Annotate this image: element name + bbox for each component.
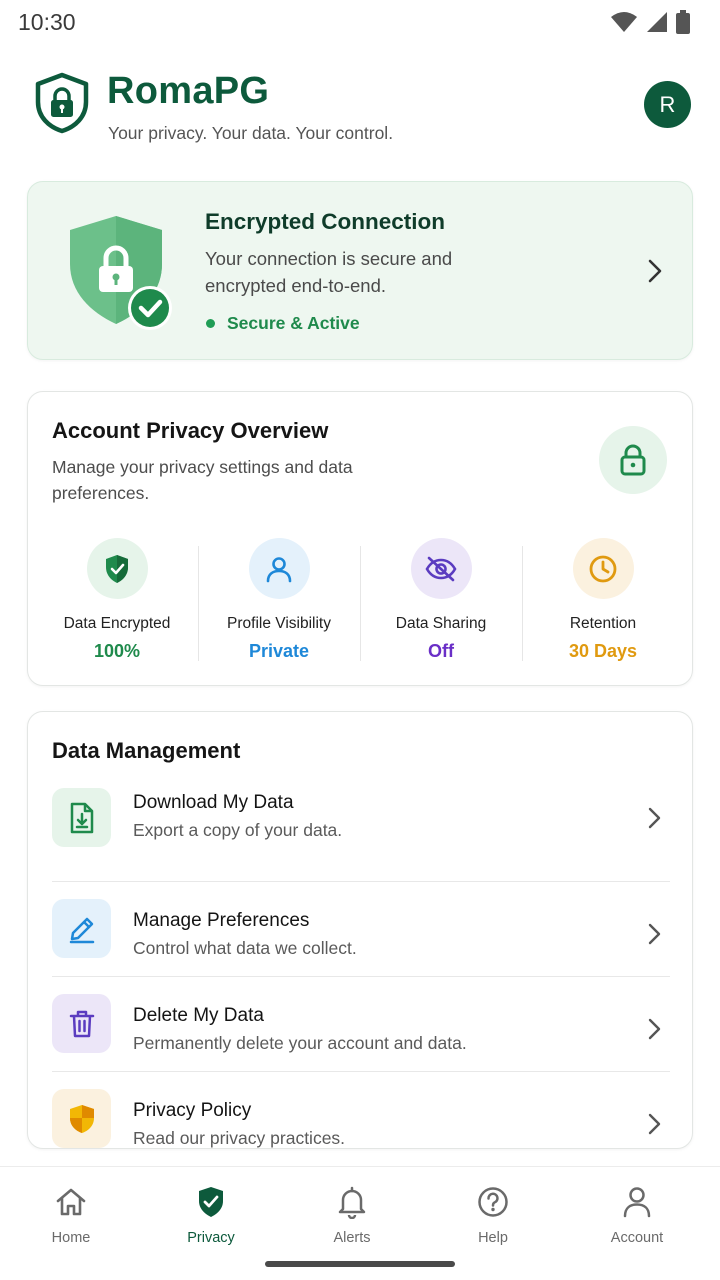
help-icon [478, 1187, 508, 1217]
home-indicator[interactable] [265, 1261, 455, 1267]
stat-profile-visibility[interactable]: Profile Visibility Private [198, 536, 360, 661]
privacy-stats: Data Encrypted 100% Profile Visibility P… [36, 536, 684, 661]
shield-icon [199, 1187, 223, 1217]
list-item-label: Privacy Policy [133, 1100, 252, 1121]
stat-value: Private [248, 641, 310, 661]
nav-label: Account [610, 1230, 664, 1246]
avatar[interactable]: R [644, 81, 691, 128]
chevron-right-icon [648, 807, 661, 829]
app-header: RomaPG Your privacy. Your data. Your con… [0, 60, 720, 160]
list-item-label: Delete My Data [133, 1005, 264, 1026]
pencil-icon [69, 917, 94, 943]
list-item-privacy-policy[interactable]: Privacy Policy Read our privacy practice… [52, 1071, 670, 1166]
connection-description: Your connection is secure and encrypted … [205, 248, 453, 296]
list-item-subtitle: Permanently delete your account and data… [133, 1033, 467, 1053]
status-icons [610, 10, 690, 34]
nav-label: Help [478, 1230, 508, 1246]
data-management-card: Data Management Download My Data Export … [27, 711, 693, 1149]
stat-value: Off [428, 641, 454, 661]
stat-retention[interactable]: Retention 30 Days [522, 536, 684, 661]
list-item-icon-badge [52, 788, 111, 847]
list-item-download-data[interactable]: Download My Data Export a copy of your d… [52, 786, 670, 881]
nav-label: Home [51, 1230, 91, 1246]
list-item-subtitle: Export a copy of your data. [133, 820, 343, 840]
chevron-right-icon [648, 1018, 661, 1040]
battery-icon [676, 10, 690, 34]
app-tagline: Your privacy. Your data. Your control. [108, 123, 394, 143]
nav-item-account[interactable]: Account [587, 1185, 687, 1246]
person-icon [623, 1187, 651, 1218]
trash-icon [69, 1010, 94, 1037]
shield-check-icon [106, 554, 128, 583]
shield-lock-check-icon [70, 216, 172, 330]
chevron-right-icon [648, 1113, 661, 1135]
app-logo-shield-icon [35, 72, 89, 134]
lock-icon [620, 444, 646, 476]
list-item-icon-badge [52, 994, 111, 1053]
home-icon [56, 1188, 86, 1216]
nav-item-home[interactable]: Home [21, 1185, 121, 1246]
nav-label: Alerts [333, 1230, 371, 1246]
overview-title: Account Privacy Overview [52, 418, 329, 443]
overview-description: Manage your privacy settings and data pr… [52, 457, 353, 503]
overview-lock-badge [599, 426, 667, 494]
stat-label: Data Encrypted [63, 615, 171, 632]
stat-label: Data Sharing [395, 615, 487, 632]
list-item-subtitle: Control what data we collect. [133, 938, 357, 958]
data-management-title: Data Management [52, 738, 241, 763]
stat-label: Profile Visibility [227, 615, 331, 632]
stat-data-encrypted[interactable]: Data Encrypted 100% [36, 536, 198, 661]
app-title: RomaPG [107, 70, 270, 112]
stat-icon-badge [86, 538, 148, 599]
stat-value: 30 Days [568, 641, 638, 661]
list-item-manage-preferences[interactable]: Manage Preferences Control what data we … [52, 881, 670, 976]
nav-item-privacy[interactable]: Privacy [161, 1185, 261, 1246]
status-time: 10:30 [18, 9, 76, 35]
stat-icon-badge [572, 538, 634, 599]
clock-icon [589, 555, 617, 582]
encrypted-connection-card[interactable]: Encrypted Connection Your connection is … [27, 181, 693, 360]
shield-icon [69, 1104, 94, 1133]
status-bar: 10:30 [0, 0, 720, 44]
list-item-icon-badge [52, 1089, 111, 1148]
stat-icon-badge [410, 538, 472, 599]
connection-status-text: Secure & Active [227, 313, 360, 333]
list-item-label: Download My Data [133, 792, 294, 813]
nav-label: Privacy [187, 1230, 235, 1246]
wifi-icon [611, 12, 637, 32]
stat-value: 100% [93, 641, 141, 661]
chevron-right-icon [648, 923, 661, 945]
eye-off-icon [425, 556, 457, 581]
user-icon [266, 556, 292, 582]
stat-icon-badge [248, 538, 310, 599]
connection-status: Secure & Active [206, 313, 360, 334]
download-file-icon [70, 802, 93, 833]
signal-icon [647, 12, 667, 32]
stat-label: Retention [569, 615, 637, 632]
nav-item-alerts[interactable]: Alerts [302, 1185, 402, 1246]
status-dot-icon [206, 319, 215, 328]
list-item-icon-badge [52, 899, 111, 958]
data-management-list: Download My Data Export a copy of your d… [52, 786, 670, 1166]
connection-title: Encrypted Connection [205, 209, 446, 234]
list-item-subtitle: Read our privacy practices. [133, 1128, 346, 1148]
list-item-label: Manage Preferences [133, 910, 310, 931]
privacy-overview-card: Account Privacy Overview Manage your pri… [27, 391, 693, 686]
bell-icon [338, 1186, 366, 1219]
nav-item-help[interactable]: Help [443, 1185, 543, 1246]
list-item-delete-data[interactable]: Delete My Data Permanently delete your a… [52, 976, 670, 1071]
chevron-right-icon [648, 259, 662, 283]
stat-data-sharing[interactable]: Data Sharing Off [360, 536, 522, 661]
